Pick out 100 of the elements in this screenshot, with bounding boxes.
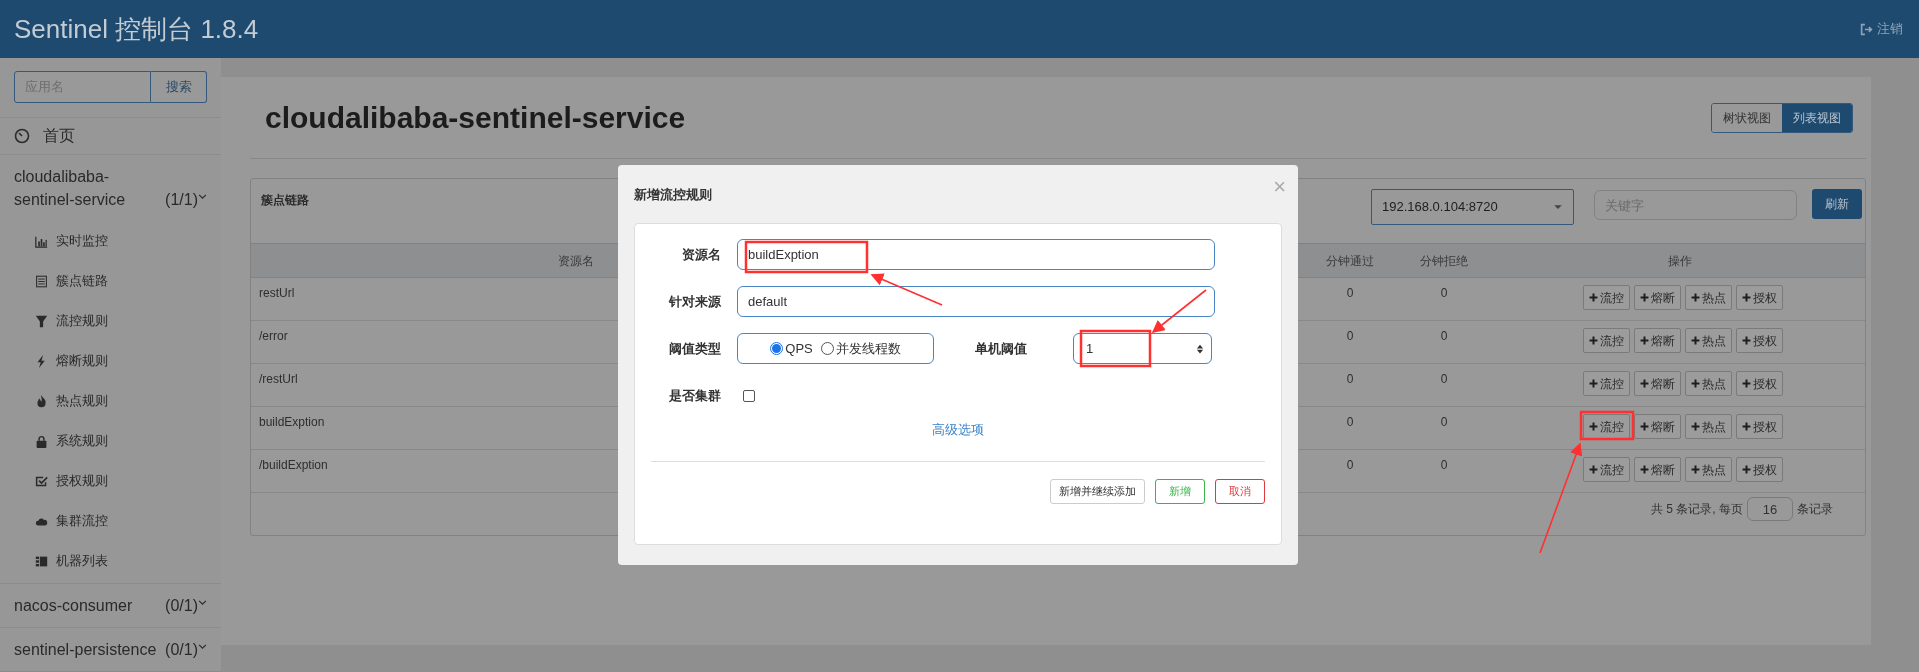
plus-icon [1741, 336, 1751, 345]
table-cell: 0 [1440, 415, 1448, 429]
app-group-header[interactable]: nacos-consumer (0/1) [0, 584, 221, 627]
add-rule-button[interactable]: 授权 [1735, 285, 1783, 310]
sidebar-menu-item[interactable]: 系统规则 [0, 421, 221, 461]
plus-icon [1639, 293, 1649, 302]
plus-icon [1741, 465, 1751, 474]
add-rule-button[interactable]: 熔断 [1633, 414, 1681, 439]
lock-icon [35, 434, 48, 448]
checkbox[interactable] [743, 389, 755, 402]
annotation-box [1579, 410, 1635, 441]
add-rule-button[interactable]: 热点 [1684, 328, 1732, 353]
add-rule-button[interactable]: 热点 [1684, 285, 1732, 310]
table-cell: 0 [1346, 329, 1354, 343]
table-cell: /buildExption [259, 458, 328, 472]
page-title: cloudalibaba-sentinel-service [265, 100, 686, 136]
plus-icon [1741, 422, 1751, 431]
radio-group[interactable]: QPS 并发线程数 [737, 333, 934, 364]
plus-icon [1690, 379, 1700, 388]
plus-icon [1639, 379, 1649, 388]
card-title: 簇点链路 [261, 192, 309, 209]
search-button[interactable]: 搜索 [151, 71, 207, 103]
sidebar-menu-item[interactable]: 热点规则 [0, 381, 221, 421]
plus-icon [1588, 336, 1598, 345]
add-rule-button[interactable]: 流控 [1582, 414, 1630, 439]
add-rule-button[interactable]: 流控 [1582, 457, 1630, 482]
column-header: 分钟通过 [1326, 253, 1374, 268]
add-rule-button[interactable]: 授权 [1735, 414, 1783, 439]
table-cell: buildExption [259, 415, 325, 429]
add-rule-button[interactable]: 熔断 [1633, 371, 1681, 396]
sidebar-menu-item[interactable]: 簇点链路 [0, 261, 221, 301]
dialog-button[interactable]: 新增 [1155, 478, 1205, 504]
plus-icon [1588, 379, 1598, 388]
sidebar-menu-item[interactable]: 流控规则 [0, 301, 221, 341]
add-rule-button[interactable]: 热点 [1684, 414, 1732, 439]
field-label: 针对来源 [667, 292, 722, 311]
add-rule-button[interactable]: 流控 [1582, 371, 1630, 396]
table-cell: 0 [1440, 329, 1448, 343]
field-label: 单机阈值 [975, 339, 1028, 358]
plus-icon [1741, 379, 1751, 388]
add-rule-button[interactable]: 流控 [1582, 285, 1630, 310]
plus-icon [1588, 465, 1598, 474]
sidebar-menu-item[interactable]: 实时监控 [0, 221, 221, 261]
logout-icon [1860, 22, 1873, 36]
chevron-down-icon [198, 192, 207, 201]
sidebar-menu-item[interactable]: 授权规则 [0, 461, 221, 501]
advanced-options-link[interactable]: 高级选项 [932, 420, 984, 440]
sidebar-menu-item[interactable]: 集群流控 [0, 501, 221, 541]
plus-icon [1639, 465, 1649, 474]
column-header: 分钟拒绝 [1420, 253, 1468, 268]
column-header: 操作 [1667, 253, 1692, 268]
flame-icon [35, 394, 48, 408]
add-rule-button[interactable]: 熔断 [1633, 457, 1681, 482]
page-size-field[interactable]: 16 [1747, 497, 1793, 521]
table-cell: 0 [1440, 286, 1448, 300]
plus-icon [1690, 422, 1700, 431]
plus-icon [1639, 422, 1649, 431]
app-group-header[interactable]: sentinel-persistence (0/1) [0, 628, 221, 671]
app-group-header[interactable]: cloudalibaba-sentinel-service (1/1) [0, 155, 221, 221]
table-cell: 0 [1346, 458, 1354, 472]
annotation-arrow [1151, 289, 1207, 333]
sidebar-menu-item[interactable]: 机器列表 [0, 541, 221, 581]
refresh-button[interactable]: 刷新 [1812, 189, 1862, 219]
field-label: 是否集群 [668, 386, 722, 405]
table-cell: restUrl [259, 286, 295, 300]
add-rule-button[interactable]: 授权 [1735, 371, 1783, 396]
dashboard-icon [14, 128, 30, 144]
number-field[interactable]: 1 [1073, 333, 1212, 364]
add-rule-button[interactable]: 熔断 [1633, 285, 1681, 310]
dialog-button[interactable]: 取消 [1215, 478, 1265, 504]
plus-icon [1588, 422, 1598, 431]
dialog-button[interactable]: 新增并继续添加 [1050, 478, 1145, 504]
add-rule-button[interactable]: 熔断 [1633, 328, 1681, 353]
add-rule-button[interactable]: 授权 [1735, 457, 1783, 482]
radio-option[interactable]: 并发线程数 [820, 338, 901, 359]
table-cell: /restUrl [259, 372, 298, 386]
table-cell: /error [259, 329, 288, 343]
machine-select[interactable]: 192.168.0.104:8720 [1371, 189, 1574, 225]
chevron-down-icon [198, 598, 207, 607]
input-field[interactable]: buildExption [737, 239, 1215, 270]
plus-icon [1690, 336, 1700, 345]
view-toggle-button[interactable]: 列表视图 [1782, 103, 1852, 132]
radio-option[interactable]: QPS [770, 338, 813, 359]
plus-icon [1690, 293, 1700, 302]
sidebar-menu-item[interactable]: 熔断规则 [0, 341, 221, 381]
pagination-text: 共 5 条记录, 每页 [1651, 501, 1743, 518]
plus-icon [1588, 293, 1598, 302]
table-cell: 0 [1346, 372, 1354, 386]
add-rule-button[interactable]: 授权 [1735, 328, 1783, 353]
add-rule-button[interactable]: 流控 [1582, 328, 1630, 353]
plus-icon [1639, 336, 1649, 345]
spinner-arrows-icon [1195, 342, 1205, 355]
table-cell: 0 [1440, 372, 1448, 386]
table-cell: 0 [1346, 415, 1354, 429]
input-field[interactable]: default [737, 286, 1215, 317]
logout-link[interactable]: 注销 [1860, 19, 1903, 39]
field-label: 阈值类型 [668, 339, 722, 358]
app-title: Sentinel 控制台 1.8.4 [14, 12, 259, 46]
add-rule-button[interactable]: 热点 [1684, 457, 1732, 482]
add-rule-button[interactable]: 热点 [1684, 371, 1732, 396]
